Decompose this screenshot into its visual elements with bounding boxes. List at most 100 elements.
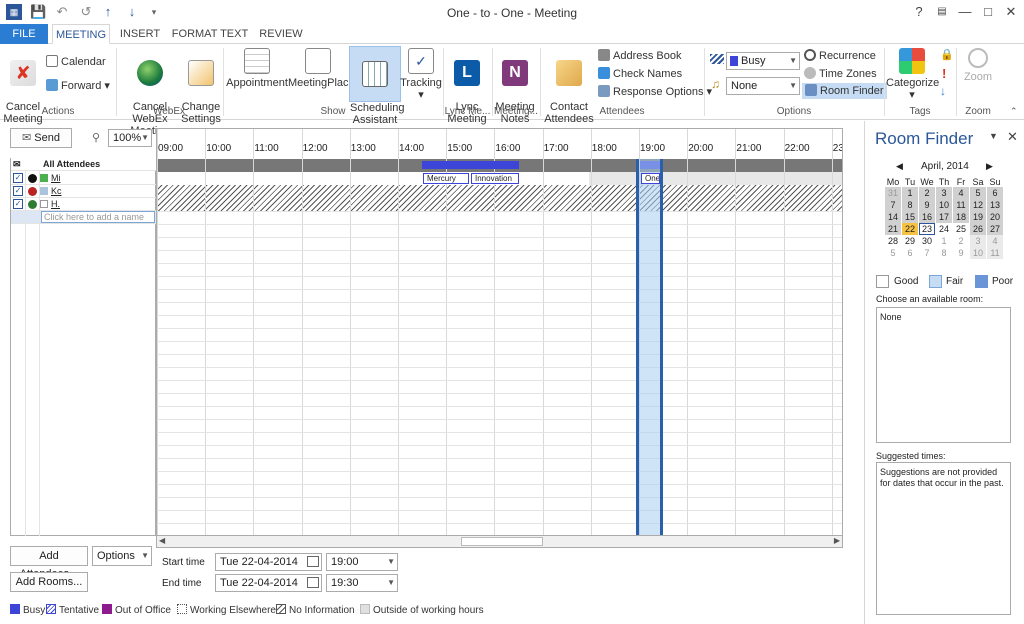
- calendar-day[interactable]: 1: [936, 235, 952, 247]
- room-list[interactable]: None: [876, 307, 1011, 443]
- calendar-day[interactable]: 12: [970, 199, 986, 211]
- zoom-level-dropdown[interactable]: 100% ▼: [108, 129, 152, 147]
- calendar-day[interactable]: 24: [936, 223, 952, 235]
- appointment-button[interactable]: Appointment: [226, 48, 288, 89]
- calendar-day[interactable]: 25: [953, 223, 969, 235]
- tab-meeting[interactable]: MEETING: [52, 24, 110, 44]
- end-time-dropdown[interactable]: 19:30 ▼: [326, 574, 398, 592]
- calendar-icon[interactable]: [307, 577, 319, 588]
- time-zones-button[interactable]: Time Zones: [804, 66, 877, 82]
- low-importance-icon[interactable]: ↓: [940, 84, 946, 98]
- attendee-checkbox[interactable]: ✓: [13, 199, 23, 209]
- calendar-day[interactable]: 17: [936, 211, 952, 223]
- calendar-day[interactable]: 11: [987, 247, 1003, 259]
- forward-button[interactable]: Forward ▾: [46, 78, 110, 94]
- tracking-button[interactable]: ✓ Tracking ▾: [400, 48, 442, 101]
- tab-format-text[interactable]: FORMAT TEXT: [170, 24, 250, 44]
- calendar-day[interactable]: 5: [885, 247, 901, 259]
- high-importance-icon[interactable]: !: [942, 66, 946, 81]
- cancel-webex-meeting-button[interactable]: Cancel WebEx Meeting: [118, 48, 182, 137]
- minimize-button[interactable]: —: [954, 3, 976, 21]
- calendar-day[interactable]: 21: [885, 223, 901, 235]
- ribbon-display-icon[interactable]: ▤: [931, 3, 953, 21]
- calendar-day[interactable]: 31: [885, 187, 901, 199]
- calendar-day[interactable]: 6: [902, 247, 918, 259]
- start-date-picker[interactable]: Tue 22-04-2014: [215, 553, 322, 571]
- scheduling-assistant-button[interactable]: Scheduling Assistant: [349, 46, 404, 126]
- calendar-day[interactable]: 6: [987, 187, 1003, 199]
- close-button[interactable]: ✕: [1000, 3, 1022, 21]
- attendee-checkbox[interactable]: ✓: [13, 186, 23, 196]
- scroll-right-icon[interactable]: ▶: [834, 536, 840, 545]
- pane-options-icon[interactable]: ▼: [989, 131, 998, 141]
- tab-review[interactable]: REVIEW: [254, 24, 308, 44]
- calendar-day[interactable]: 23: [919, 223, 935, 235]
- add-attendees-button[interactable]: Add Attendees...: [10, 546, 88, 580]
- calendar-day[interactable]: 5: [970, 187, 986, 199]
- meetingplace-button[interactable]: MeetingPlace: [288, 48, 355, 89]
- calendar-day[interactable]: 8: [936, 247, 952, 259]
- calendar-day[interactable]: 22: [902, 223, 918, 235]
- address-book-button[interactable]: Address Book: [598, 48, 681, 64]
- calendar-day[interactable]: 10: [970, 247, 986, 259]
- calendar-day[interactable]: 10: [936, 199, 952, 211]
- calendar-day[interactable]: 26: [970, 223, 986, 235]
- end-date-picker[interactable]: Tue 22-04-2014: [215, 574, 322, 592]
- meeting-block[interactable]: Mercury: [423, 173, 469, 184]
- meeting-block[interactable]: Innovation C: [471, 173, 519, 184]
- response-options-button[interactable]: Response Options ▾: [598, 84, 712, 100]
- tab-file[interactable]: FILE: [0, 24, 48, 44]
- next-month-icon[interactable]: ▶: [986, 161, 993, 172]
- calendar-day[interactable]: 13: [987, 199, 1003, 211]
- calendar-day[interactable]: 9: [953, 247, 969, 259]
- previous-month-icon[interactable]: ◀: [896, 161, 903, 172]
- calendar-day[interactable]: 2: [919, 187, 935, 199]
- zoom-button[interactable]: Zoom: [958, 48, 998, 83]
- attendee-row[interactable]: ✓ H.: [11, 198, 156, 211]
- calendar-day[interactable]: 18: [953, 211, 969, 223]
- attendee-checkbox[interactable]: ✓: [13, 173, 23, 183]
- check-names-button[interactable]: Check Names: [598, 66, 682, 82]
- attendee-row[interactable]: ✓ Mi: [11, 172, 156, 185]
- calendar-day[interactable]: 7: [885, 199, 901, 211]
- maximize-button[interactable]: □: [977, 3, 999, 21]
- calendar-day[interactable]: 30: [919, 235, 935, 247]
- calendar-day[interactable]: 20: [987, 211, 1003, 223]
- calendar-day[interactable]: 15: [902, 211, 918, 223]
- month-calendar[interactable]: Mo Tu We Th Fr Sa Su 31 1 2 3 4 5 6 7 8 9 10 11 12 13 14 15 16…: [884, 177, 1004, 259]
- scroll-left-icon[interactable]: ◀: [159, 536, 165, 545]
- reminder-dropdown[interactable]: None ▼: [726, 77, 800, 95]
- meeting-block[interactable]: One: [641, 173, 660, 184]
- show-as-dropdown[interactable]: Busy ▼: [726, 52, 800, 70]
- calendar-icon[interactable]: [307, 556, 319, 567]
- calendar-day[interactable]: 9: [919, 199, 935, 211]
- calendar-day[interactable]: 3: [970, 235, 986, 247]
- close-pane-icon[interactable]: ✕: [1007, 129, 1018, 145]
- calendar-day[interactable]: 2: [953, 235, 969, 247]
- calendar-button[interactable]: Calendar: [46, 54, 106, 70]
- calendar-day[interactable]: 7: [919, 247, 935, 259]
- add-name-row[interactable]: Click here to add a name: [11, 211, 156, 224]
- collapse-ribbon-icon[interactable]: ⌃: [1010, 106, 1018, 117]
- calendar-day[interactable]: 11: [953, 199, 969, 211]
- selected-time-slot[interactable]: [636, 159, 663, 535]
- calendar-day[interactable]: 3: [936, 187, 952, 199]
- start-time-dropdown[interactable]: 19:00 ▼: [326, 553, 398, 571]
- recurrence-button[interactable]: Recurrence: [804, 48, 876, 64]
- calendar-day[interactable]: 14: [885, 211, 901, 223]
- calendar-day[interactable]: 29: [902, 235, 918, 247]
- calendar-day[interactable]: 4: [953, 187, 969, 199]
- private-lock-icon[interactable]: 🔒: [940, 48, 954, 61]
- options-dropdown[interactable]: Options ▼: [92, 546, 152, 566]
- free-busy-grid[interactable]: 09:00 10:00 11:00 12:00 13:00 14:00 15:00 16:00…: [156, 128, 843, 536]
- calendar-day[interactable]: 19: [970, 211, 986, 223]
- send-button[interactable]: ✉ Send: [10, 128, 72, 148]
- calendar-day[interactable]: 1: [902, 187, 918, 199]
- attendee-row[interactable]: ✓ Kc: [11, 185, 156, 198]
- add-name-input[interactable]: Click here to add a name: [41, 211, 155, 223]
- calendar-day[interactable]: 27: [987, 223, 1003, 235]
- help-button[interactable]: ?: [908, 3, 930, 21]
- calendar-day[interactable]: 28: [885, 235, 901, 247]
- calendar-day[interactable]: 4: [987, 235, 1003, 247]
- tab-insert[interactable]: INSERT: [114, 24, 166, 44]
